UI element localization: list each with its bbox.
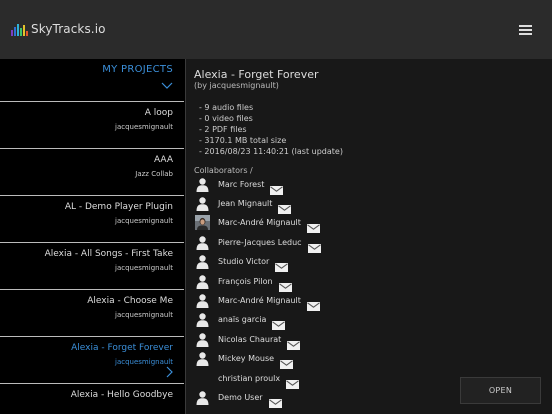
project-item-owner: jacquesmignault: [115, 264, 173, 272]
project-stats: - 9 audio files - 0 video files - 2 PDF fi…: [199, 102, 343, 157]
collaborator-row[interactable]: Demo User: [195, 389, 282, 408]
project-list-item[interactable]: Alexia - Hello Goodbye: [0, 384, 184, 414]
logo-text: SkyTracks.io: [31, 22, 106, 36]
user-silhouette-icon: [195, 254, 210, 270]
mail-icon[interactable]: [278, 277, 292, 292]
collaborator-row[interactable]: Mickey Mouse: [195, 351, 294, 370]
user-silhouette-icon: [195, 235, 210, 250]
collaborator-name: anaïs garcia: [218, 315, 267, 325]
sidebar-title: MY PROJECTS: [102, 64, 173, 75]
user-silhouette-icon: [195, 293, 210, 308]
collaborator-name: Pierre-Jacques Leduc: [218, 237, 302, 247]
mail-icon[interactable]: [287, 335, 301, 350]
collaborator-name: Demo User: [218, 392, 263, 402]
collaborator-row[interactable]: christian proulx: [195, 370, 300, 389]
project-item-title: AAA: [154, 155, 173, 165]
project-item-title: A loop: [144, 108, 173, 118]
collaborator-name: christian proulx: [218, 373, 281, 383]
stat-line: - 3170.1 MB total size: [199, 136, 287, 145]
stat-line: - 0 video files: [199, 114, 253, 123]
mail-icon[interactable]: [306, 296, 320, 311]
collaborator-name: Jean Mignault: [218, 198, 273, 208]
collaborator-row[interactable]: François Pilon: [195, 273, 292, 292]
collaborator-row[interactable]: Marc-André Mignault: [195, 292, 320, 311]
user-silhouette-icon: [195, 351, 210, 367]
sidebar-header: MY PROJECTS: [0, 59, 184, 102]
hamburger-icon: [519, 25, 532, 27]
logo-bars-icon: [11, 23, 28, 36]
logo: SkyTracks.io: [11, 22, 106, 36]
stat-line: - 2016/08/23 11:40:21 (last update): [199, 147, 343, 156]
avatar: [195, 215, 210, 231]
mail-icon[interactable]: [307, 238, 321, 253]
collaborator-row[interactable]: Marc-André Mignault: [195, 215, 320, 234]
stat-line: - 9 audio files: [199, 103, 254, 112]
stat-line: - 2 PDF files: [199, 125, 247, 134]
top-bar: SkyTracks.io: [0, 0, 552, 59]
mail-icon[interactable]: [272, 315, 286, 331]
avatar-empty: [195, 371, 210, 386]
project-item-title: Alexia - All Songs - First Take: [44, 249, 173, 259]
project-item-owner: jacquesmignault: [115, 311, 173, 319]
user-silhouette-icon: [195, 332, 210, 347]
project-owner: (by jacquesmignault): [194, 81, 279, 90]
chevron-right-icon: [166, 366, 173, 378]
project-list-item[interactable]: AAA Jazz Collab: [0, 149, 184, 196]
mail-icon[interactable]: [268, 393, 282, 408]
project-list-item[interactable]: Alexia - Choose Me jacquesmignault: [0, 290, 184, 337]
collaborators-label: Collaborators /: [194, 166, 253, 175]
projects-sidebar: MY PROJECTS A loop jacquesmignault AAA Jazz…: [0, 59, 186, 414]
project-list-item[interactable]: AL - Demo Player Plugin jacquesmignault: [0, 196, 184, 243]
collaborator-name: Nicolas Chaurat: [218, 334, 282, 344]
mail-icon[interactable]: [270, 180, 284, 195]
project-item-title: Alexia - Hello Goodbye: [70, 390, 173, 400]
user-silhouette-icon: [195, 390, 210, 405]
collaborator-row[interactable]: Nicolas Chaurat: [195, 331, 301, 350]
project-list-item[interactable]: Alexia - Forget Forever jacquesmignault: [0, 337, 184, 384]
collaborator-row[interactable]: anaïs garcia: [195, 312, 286, 331]
mail-icon[interactable]: [275, 257, 289, 273]
project-item-owner: Jazz Collab: [135, 170, 173, 178]
project-title: Alexia - Forget Forever: [194, 68, 319, 81]
mail-icon[interactable]: [278, 199, 292, 214]
project-item-title: Alexia - Forget Forever: [71, 343, 173, 353]
user-silhouette-icon: [195, 274, 210, 289]
collaborator-row[interactable]: Jean Mignault: [195, 195, 292, 214]
mail-icon[interactable]: [280, 354, 294, 370]
collaborator-name: Studio Victor: [218, 257, 270, 267]
project-detail: Alexia - Forget Forever (by jacquesmigna…: [186, 59, 552, 414]
user-silhouette-icon: [195, 196, 210, 211]
user-silhouette-icon: [195, 177, 210, 192]
project-item-owner: jacquesmignault: [115, 358, 173, 366]
chevron-down-icon[interactable]: [161, 82, 173, 90]
project-item-title: AL - Demo Player Plugin: [64, 202, 173, 212]
open-button[interactable]: OPEN: [460, 377, 541, 404]
project-item-title: Alexia - Choose Me: [87, 296, 173, 306]
mail-icon[interactable]: [286, 374, 300, 389]
collaborator-name: Mickey Mouse: [218, 354, 275, 364]
collaborator-name: Marc Forest: [218, 179, 265, 189]
collaborator-row[interactable]: Studio Victor: [195, 254, 289, 273]
hamburger-menu-button[interactable]: [519, 25, 532, 35]
collaborator-row[interactable]: Marc Forest: [195, 176, 284, 195]
collaborator-name: Marc-André Mignault: [218, 218, 301, 228]
mail-icon[interactable]: [306, 218, 320, 234]
project-list-item[interactable]: A loop jacquesmignault: [0, 102, 184, 149]
collaborator-name: Marc-André Mignault: [218, 295, 301, 305]
user-silhouette-icon: [195, 312, 210, 328]
project-item-owner: jacquesmignault: [115, 217, 173, 225]
collaborator-name: François Pilon: [218, 276, 273, 286]
project-list-item[interactable]: Alexia - All Songs - First Take jacquesmi…: [0, 243, 184, 290]
collaborator-row[interactable]: Pierre-Jacques Leduc: [195, 234, 321, 253]
project-item-owner: jacquesmignault: [115, 123, 173, 131]
